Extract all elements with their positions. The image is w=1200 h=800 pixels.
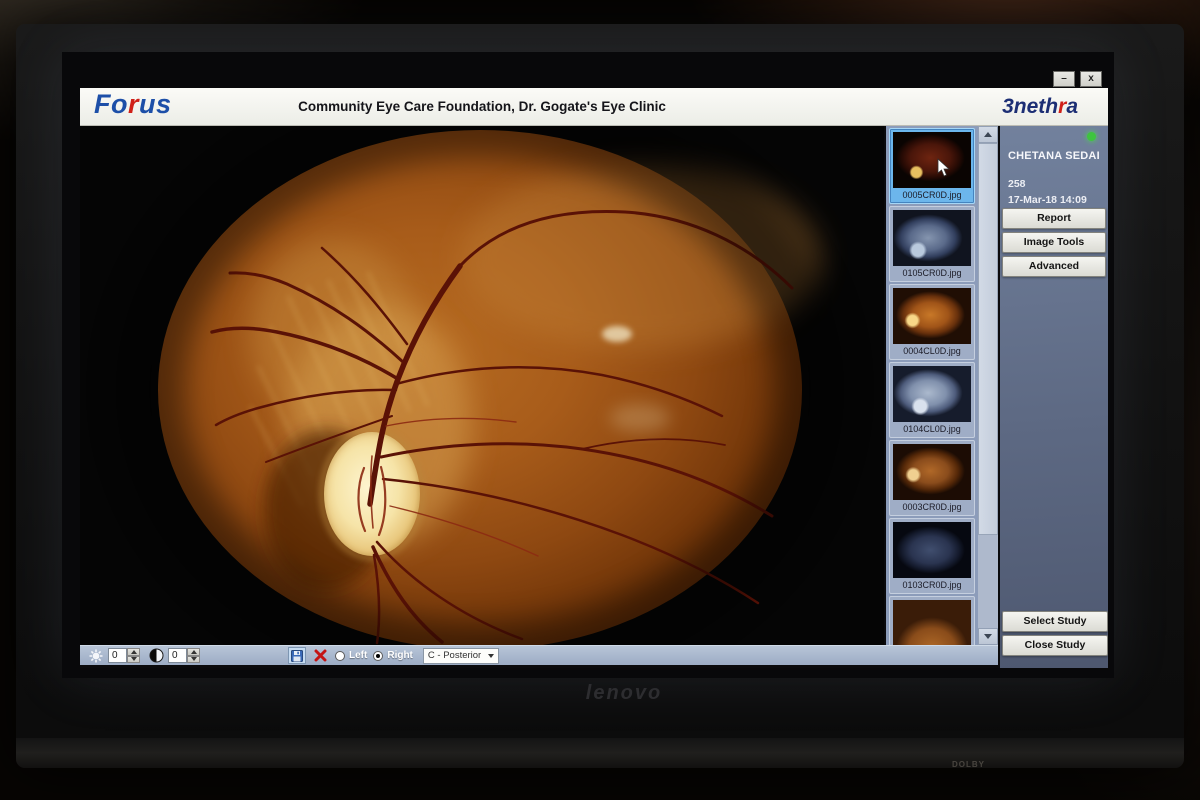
thumbnail-item[interactable]: 0003CR0D.jpg bbox=[889, 440, 975, 516]
thumbnail-item[interactable] bbox=[889, 596, 975, 645]
fundus-image bbox=[80, 126, 884, 645]
app-header: Forus Community Eye Care Foundation, Dr.… bbox=[80, 88, 1108, 126]
advanced-button[interactable]: Advanced bbox=[1002, 256, 1106, 277]
clinic-title: Community Eye Care Foundation, Dr. Gogat… bbox=[80, 99, 884, 114]
brightness-down-button[interactable] bbox=[127, 656, 140, 664]
minimize-button[interactable]: – bbox=[1053, 71, 1075, 87]
thumbnail-image bbox=[893, 600, 971, 645]
right-eye-radio[interactable] bbox=[373, 651, 383, 661]
laptop-hinge bbox=[16, 738, 1184, 768]
thumbnail-item[interactable]: 0105CR0D.jpg bbox=[889, 206, 975, 282]
thumbnail-image bbox=[893, 132, 971, 188]
patient-id: 258 bbox=[1008, 178, 1026, 190]
thumbnail-item[interactable]: 0104CL0D.jpg bbox=[889, 362, 975, 438]
chevron-up-icon bbox=[191, 650, 197, 654]
delete-image-button[interactable] bbox=[311, 647, 329, 664]
left-eye-label: Left bbox=[349, 650, 367, 661]
thumbnail-image bbox=[893, 444, 971, 500]
laptop: – x Forus Community Eye Care Foundation,… bbox=[16, 24, 1184, 768]
thumbnail-image bbox=[893, 522, 971, 578]
thumbnail-scrollbar[interactable] bbox=[978, 126, 998, 645]
3nethra-logo: 3nethra bbox=[1002, 95, 1078, 119]
thumbnail-item[interactable]: 0103CR0D.jpg bbox=[889, 518, 975, 594]
contrast-icon bbox=[148, 648, 164, 664]
chevron-up-icon bbox=[984, 132, 992, 137]
save-button[interactable] bbox=[288, 647, 306, 664]
left-eye-radio[interactable] bbox=[335, 651, 345, 661]
thumbnail-filename: 0103CR0D.jpg bbox=[893, 578, 971, 593]
patient-panel: CHETANA SEDAI 258 17-Mar-18 14:09 Report… bbox=[1000, 126, 1108, 668]
thumbnail-item[interactable]: 0004CL0D.jpg bbox=[889, 284, 975, 360]
close-study-button[interactable]: Close Study bbox=[1002, 635, 1108, 656]
scroll-down-button[interactable] bbox=[978, 628, 998, 645]
mouse-cursor-icon bbox=[937, 158, 950, 177]
3nethra-logo-part: 3neth bbox=[1002, 95, 1058, 118]
brightness-value[interactable]: 0 bbox=[108, 648, 127, 663]
photo-backdrop: – x Forus Community Eye Care Foundation,… bbox=[0, 0, 1200, 800]
brightness-icon bbox=[88, 648, 104, 664]
brightness-up-button[interactable] bbox=[127, 648, 140, 656]
select-study-button[interactable]: Select Study bbox=[1002, 611, 1108, 632]
thumbnail-filename: 0003CR0D.jpg bbox=[893, 500, 971, 515]
thumbnail-filename: 0104CL0D.jpg bbox=[893, 422, 971, 437]
thumbnail-filename: 0004CL0D.jpg bbox=[893, 344, 971, 359]
brightness-spinner[interactable]: 0 bbox=[108, 648, 140, 663]
laptop-brand-logo: lenovo bbox=[544, 682, 704, 705]
contrast-up-button[interactable] bbox=[187, 648, 200, 656]
app-window: – x Forus Community Eye Care Foundation,… bbox=[80, 88, 1108, 668]
report-button[interactable]: Report bbox=[1002, 208, 1106, 229]
chevron-down-icon bbox=[488, 654, 494, 658]
thumbnail-image bbox=[893, 366, 971, 422]
contrast-spinner[interactable]: 0 bbox=[168, 648, 200, 663]
3nethra-logo-part: a bbox=[1066, 95, 1078, 118]
image-toolbar: 0 0 bbox=[80, 645, 998, 665]
thumbnail-filename: 0105CR0D.jpg bbox=[893, 266, 971, 281]
thumbnail-filename: 0005CR0D.jpg bbox=[893, 188, 971, 203]
chevron-down-icon bbox=[131, 657, 137, 661]
thumbnail-image bbox=[893, 288, 971, 344]
scrollbar-thumb[interactable] bbox=[978, 143, 998, 535]
thumbnail-image bbox=[893, 210, 971, 266]
study-datetime: 17-Mar-18 14:09 bbox=[1008, 194, 1087, 206]
thumbnail-list: 0005CR0D.jpg 0105CR0D.jpg 0004CL0D.jpg 0… bbox=[886, 126, 978, 645]
right-eye-label: Right bbox=[387, 650, 413, 661]
chevron-down-icon bbox=[191, 657, 197, 661]
chevron-up-icon bbox=[131, 650, 137, 654]
scroll-up-button[interactable] bbox=[978, 126, 998, 143]
window-controls: – x bbox=[1053, 71, 1102, 87]
contrast-down-button[interactable] bbox=[187, 656, 200, 664]
chevron-down-icon bbox=[984, 634, 992, 639]
red-x-icon bbox=[314, 649, 327, 662]
contrast-value[interactable]: 0 bbox=[168, 648, 187, 663]
floppy-disk-icon bbox=[291, 650, 303, 662]
status-green-dot-icon bbox=[1087, 132, 1096, 141]
image-tools-button[interactable]: Image Tools bbox=[1002, 232, 1106, 253]
fundus-image-viewer[interactable] bbox=[80, 126, 884, 645]
thumbnail-item[interactable]: 0005CR0D.jpg bbox=[889, 128, 975, 204]
view-position-dropdown[interactable]: C - Posterior bbox=[423, 648, 499, 664]
close-button[interactable]: x bbox=[1080, 71, 1102, 87]
patient-name: CHETANA SEDAI bbox=[1008, 150, 1100, 162]
dolby-logo: DOLBY bbox=[952, 760, 985, 769]
laptop-screen: – x Forus Community Eye Care Foundation,… bbox=[62, 52, 1114, 678]
view-position-value: C - Posterior bbox=[428, 650, 481, 661]
